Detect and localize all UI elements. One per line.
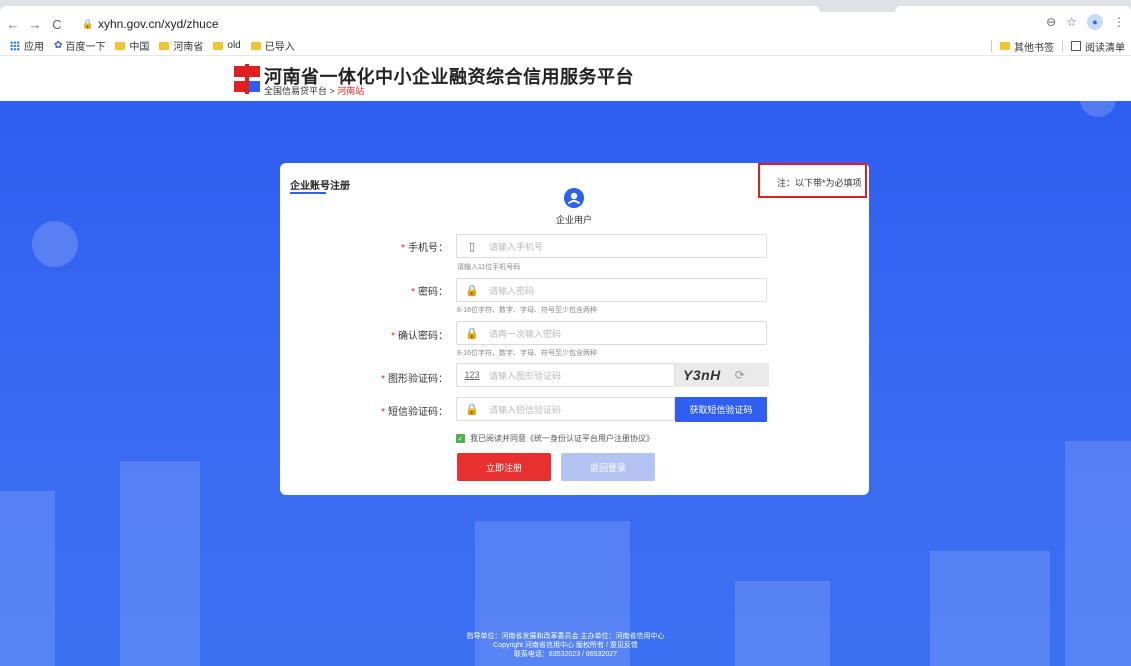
footer-line-2: Copyright 河南省信用中心 版权所有 / 意见反馈: [493, 642, 638, 649]
folder-icon: [159, 41, 170, 50]
checkbox-checked-icon[interactable]: ✓: [456, 434, 465, 443]
reload-icon[interactable]: C: [48, 15, 66, 33]
bookmark-other[interactable]: 其他书签: [1000, 39, 1054, 54]
phone-hint: 请输入11位手机号码: [457, 264, 521, 271]
number-icon: 123: [464, 370, 480, 380]
back-arrow-icon[interactable]: ←: [4, 15, 22, 33]
required-note: 注：以下带*为必填项: [777, 178, 862, 188]
password-label: * 密码：: [411, 287, 448, 298]
profile-avatar-icon[interactable]: ●: [1087, 14, 1103, 30]
sms-code-label: * 短信验证码：: [381, 407, 448, 418]
bookmark-apps[interactable]: 应用: [10, 38, 44, 53]
baidu-paw-icon: ✿: [54, 40, 63, 51]
phone-label: * 手机号：: [401, 243, 448, 254]
title-underline: [290, 192, 326, 194]
site-header: 河南省一体化中小企业融资综合信用服务平台 全国信易贷平台 > 河南站: [0, 56, 1131, 101]
register-button[interactable]: 立即注册: [457, 453, 551, 481]
browser-toolbar: ← → C 🔒 xyhn.gov.cn/xyd/zhuce ⊖ ☆ ● ⋮: [0, 12, 1131, 36]
url-text: xyhn.gov.cn/xyd/zhuce: [98, 17, 219, 31]
lock-icon: 🔒: [465, 327, 479, 340]
decor-bubble: [1080, 101, 1116, 117]
lock-icon: 🔒: [82, 19, 94, 29]
bookmark-henan[interactable]: 河南省: [159, 38, 203, 53]
captcha-label: * 图形验证码：: [381, 374, 448, 385]
footer-line-3: 联系电话：83532023 / 86532027: [513, 651, 618, 658]
back-to-login-button[interactable]: 返回登录: [561, 453, 655, 481]
page-footer: 指导单位：河南省发展和改革委员会 主办单位：河南省信用中心 Copyright …: [0, 632, 1131, 659]
folder-icon: [1000, 42, 1010, 50]
zoom-icon[interactable]: ⊖: [1046, 15, 1056, 29]
bookmark-old[interactable]: old: [213, 40, 241, 51]
forward-arrow-icon[interactable]: →: [26, 15, 44, 33]
bookmark-imported[interactable]: 已导入: [250, 38, 295, 53]
bookmarks-bar: 应用 ✿ 百度一下 中国 河南省 old 已导入 其他书签 阅读清单: [0, 36, 1131, 56]
divider: [991, 40, 992, 52]
get-sms-code-button[interactable]: 获取短信验证码: [675, 397, 767, 422]
address-bar[interactable]: 🔒 xyhn.gov.cn/xyd/zhuce: [82, 14, 1022, 34]
lock-icon: 🔒: [465, 284, 479, 297]
site-logo-icon: [234, 64, 260, 94]
tab-strip: [0, 0, 1131, 12]
captcha-image[interactable]: Y3nH ⟳: [675, 363, 769, 387]
menu-dots-icon[interactable]: ⋮: [1113, 15, 1125, 29]
reading-list-icon: [1071, 41, 1081, 51]
confirm-password-label: * 确认密码：: [391, 331, 448, 342]
lock-icon: 🔒: [465, 403, 479, 416]
card-title: 企业账号注册: [290, 181, 350, 192]
decor-bubble: [32, 221, 78, 267]
refresh-icon[interactable]: ⟳: [735, 368, 745, 382]
folder-icon: [115, 41, 126, 50]
breadcrumb: 全国信易贷平台 > 河南站: [264, 86, 365, 96]
user-type-label: 企业用户: [555, 215, 592, 225]
star-icon[interactable]: ☆: [1066, 15, 1077, 29]
phone-input[interactable]: ▯ 请输入手机号: [456, 234, 767, 258]
agreement-text[interactable]: 我已阅读并同意《统一身份认证平台用户注册协议》: [470, 433, 654, 444]
captcha-input[interactable]: 123 请输入图形验证码: [456, 363, 675, 387]
password-hint: 8-16位字符、数字、字母、符号至少包含两种: [457, 307, 598, 314]
bookmarks-right: 其他书签 阅读清单: [991, 36, 1125, 56]
reading-list[interactable]: 阅读清单: [1071, 39, 1125, 54]
footer-line-1: 指导单位：河南省发展和改革委员会 主办单位：河南省信用中心: [466, 633, 665, 640]
user-icon: [564, 188, 584, 208]
divider: [1062, 40, 1063, 52]
toolbar-right: ⊖ ☆ ● ⋮: [1046, 14, 1125, 30]
confirm-password-hint: 8-16位字符、数字、字母、符号至少包含两种: [457, 350, 598, 357]
folder-icon: [213, 41, 224, 50]
registration-card: 企业账号注册 注：以下带*为必填项 企业用户 * 手机号： ▯ 请输入手机号 请输…: [280, 163, 869, 495]
bookmark-china[interactable]: 中国: [115, 38, 149, 53]
folder-icon: [250, 41, 261, 50]
phone-icon: ▯: [468, 240, 476, 253]
apps-grid-icon: [10, 40, 20, 51]
password-input[interactable]: 🔒 请输入密码: [456, 278, 767, 302]
confirm-password-input[interactable]: 🔒 请再一次输入密码: [456, 321, 767, 345]
agreement-row[interactable]: ✓ 我已阅读并同意《统一身份认证平台用户注册协议》: [456, 433, 654, 444]
sms-code-input[interactable]: 🔒 请输入短信验证码: [456, 397, 675, 421]
bookmark-baidu[interactable]: ✿ 百度一下: [54, 38, 105, 53]
